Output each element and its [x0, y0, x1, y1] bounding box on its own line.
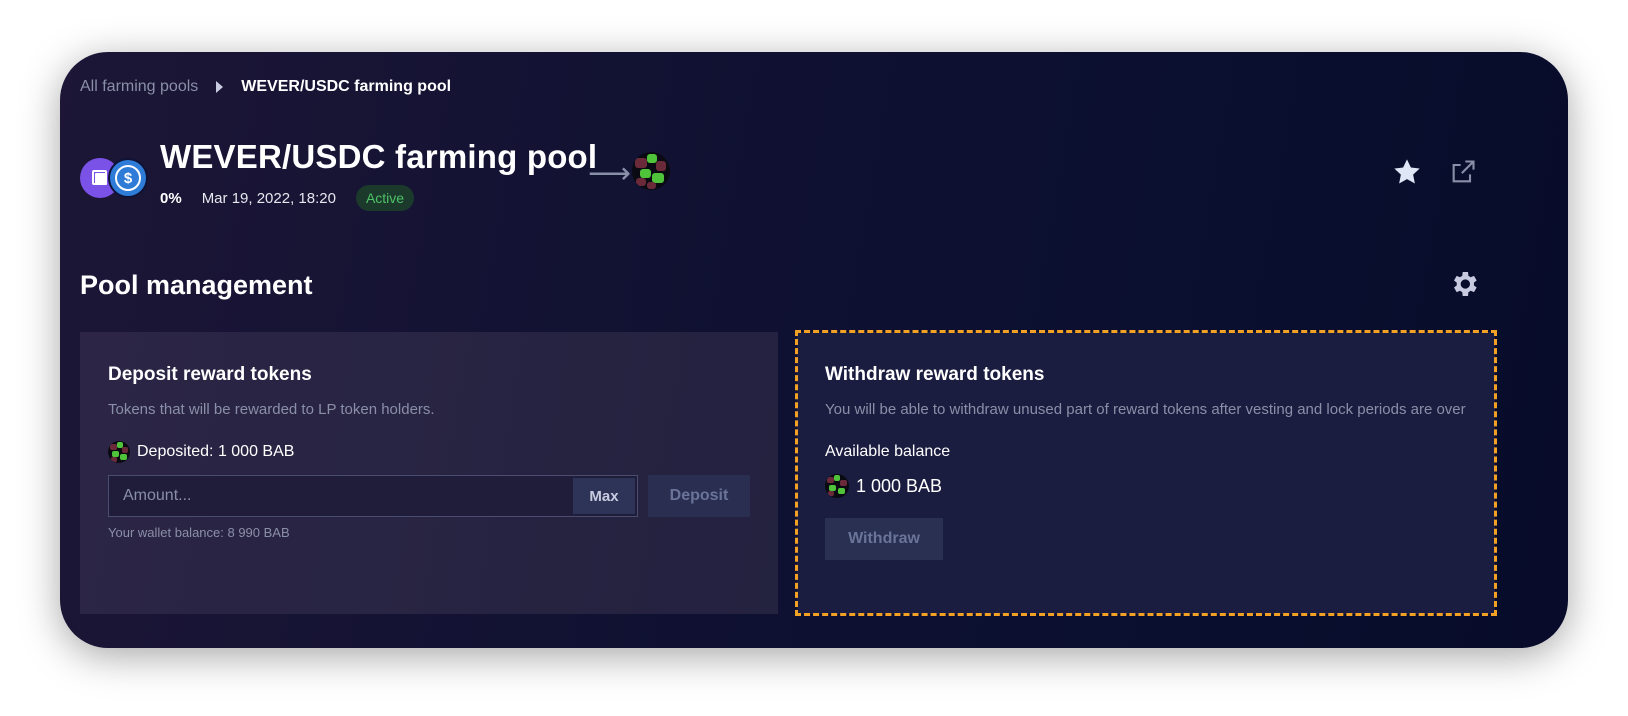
max-button[interactable]: Max [573, 478, 635, 514]
star-icon[interactable] [1391, 156, 1423, 188]
breadcrumb-all-pools-link[interactable]: All farming pools [80, 78, 198, 96]
bab-token-icon [825, 474, 849, 498]
withdraw-button[interactable]: Withdraw [825, 518, 943, 560]
withdraw-description: You will be able to withdraw unused part… [825, 401, 1466, 418]
withdraw-title: Withdraw reward tokens [825, 364, 1045, 385]
section-title: Pool management [80, 270, 313, 300]
available-balance-value: 1 000 BAB [856, 475, 943, 496]
breadcrumb-separator-icon [216, 81, 224, 93]
deposited-amount: Deposited: 1 000 BAB [108, 441, 750, 463]
pool-share: 0% [160, 189, 182, 207]
token-pair-icons: $ [80, 158, 150, 198]
gear-icon[interactable] [1448, 268, 1480, 300]
pool-card: All farming pools WEVER/USDC farming poo… [60, 52, 1568, 648]
external-link-icon[interactable] [1449, 158, 1477, 186]
bab-token-icon [632, 152, 670, 190]
amount-field: Max [108, 475, 638, 517]
bab-token-icon [108, 441, 130, 463]
available-balance-label: Available balance [825, 443, 951, 460]
status-badge: Active [355, 185, 415, 211]
deposit-button[interactable]: Deposit [648, 475, 750, 517]
breadcrumb: All farming pools WEVER/USDC farming poo… [80, 78, 451, 96]
available-balance: 1 000 BAB [825, 474, 1467, 498]
breadcrumb-current: WEVER/USDC farming pool [241, 78, 452, 95]
deposit-description: Tokens that will be rewarded to LP token… [108, 401, 435, 418]
deposit-title: Deposit reward tokens [108, 364, 312, 385]
deposit-panel: Deposit reward tokens Tokens that will b… [80, 332, 778, 614]
pool-date: Mar 19, 2022, 18:20 [201, 189, 336, 207]
deposit-input-row: Max Deposit [108, 475, 750, 517]
deposited-label: Deposited: 1 000 BAB [137, 443, 295, 460]
wallet-balance: Your wallet balance: 8 990 BAB [108, 525, 290, 540]
withdraw-panel: Withdraw reward tokens You will be able … [795, 330, 1497, 616]
pool-meta: 0% Mar 19, 2022, 18:20 Active [160, 185, 415, 211]
usdc-token-icon: $ [108, 158, 148, 198]
page-title: WEVER/USDC farming pool [160, 138, 598, 175]
amount-input[interactable] [109, 486, 545, 506]
arrow-right-icon: ⟶ [588, 157, 632, 190]
